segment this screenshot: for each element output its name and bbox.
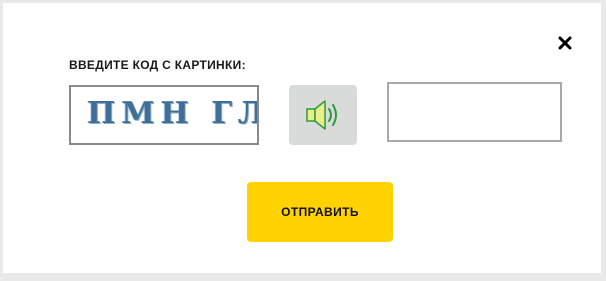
submit-button[interactable]: ОТПРАВИТЬ bbox=[247, 182, 393, 242]
close-icon bbox=[558, 36, 572, 50]
audio-captcha-button[interactable] bbox=[289, 85, 357, 145]
captcha-dialog: ВВЕДИТЕ КОД С КАРТИНКИ: ПМН ГЛ ОТПРАВИТЬ bbox=[3, 3, 601, 273]
close-button[interactable] bbox=[556, 34, 574, 52]
captcha-text: ПМН ГЛ bbox=[87, 96, 259, 131]
captcha-label: ВВЕДИТЕ КОД С КАРТИНКИ: bbox=[69, 58, 246, 72]
speaker-icon bbox=[306, 100, 337, 130]
captcha-answer-input[interactable] bbox=[387, 82, 562, 142]
captcha-image: ПМН ГЛ bbox=[69, 85, 259, 145]
